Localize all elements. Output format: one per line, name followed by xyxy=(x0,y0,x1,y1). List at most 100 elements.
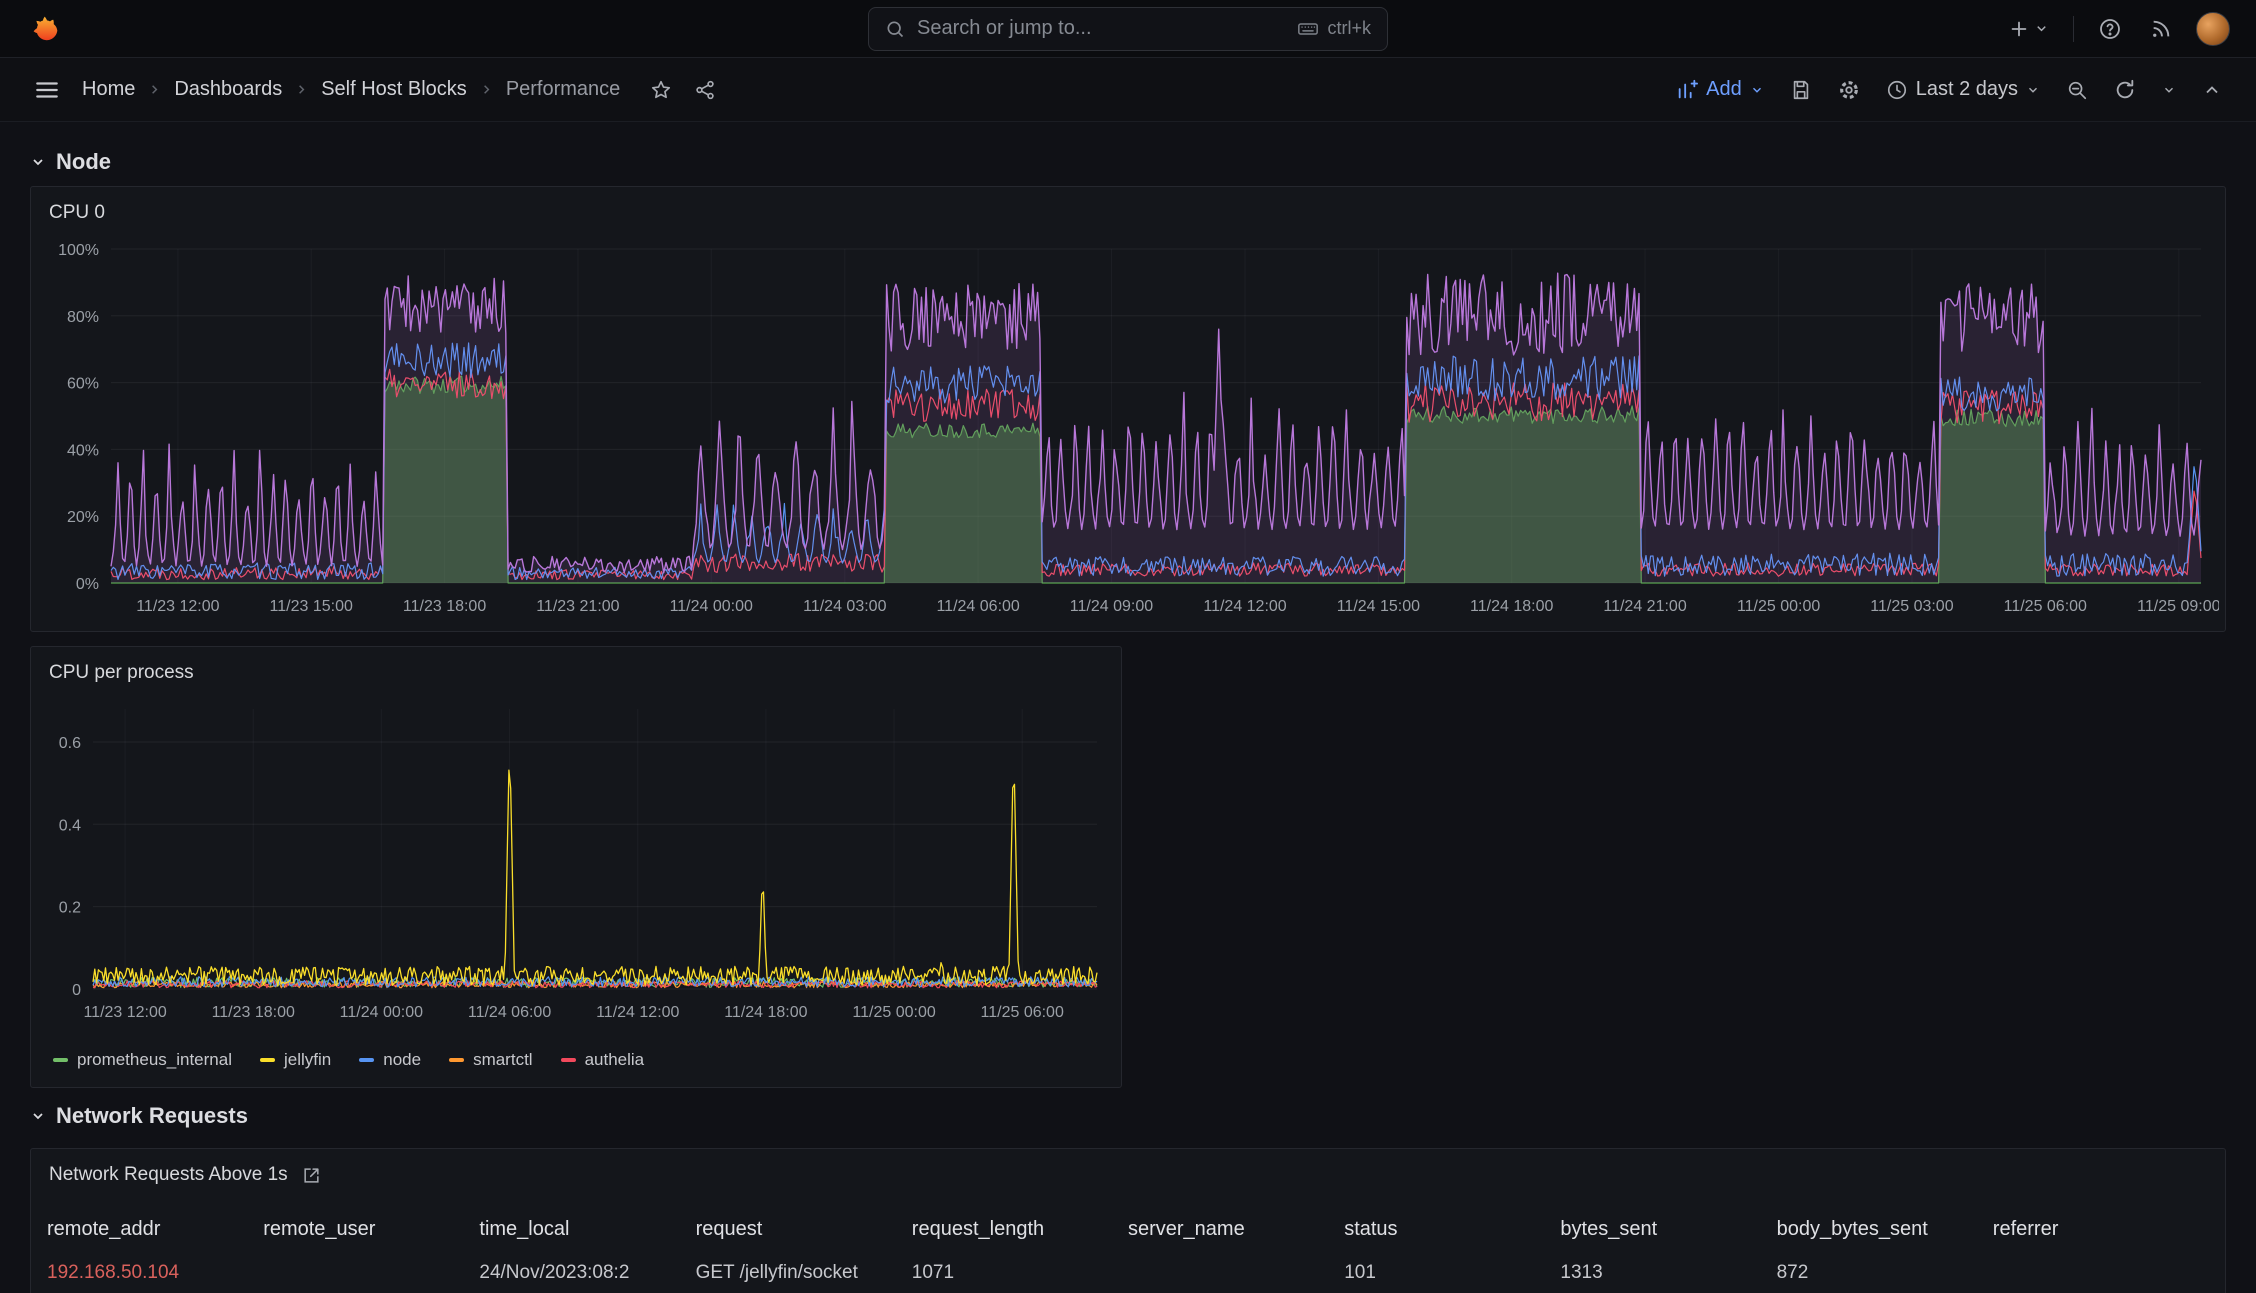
svg-text:100%: 100% xyxy=(58,242,99,259)
panel-cpu-per-process: CPU per process 11/23 12:00 11/23 18:00 11… xyxy=(30,646,1122,1088)
hamburger-icon xyxy=(36,81,58,98)
column-header[interactable]: server_name xyxy=(1128,1218,1344,1241)
refresh-icon xyxy=(2116,79,2134,98)
legend-label: smartctl xyxy=(473,1050,533,1069)
add-label: Add xyxy=(1706,78,1742,100)
mega-menu-button[interactable] xyxy=(26,69,68,111)
legend-item[interactable]: authelia xyxy=(560,1050,644,1070)
panel-cpu0-title[interactable]: CPU 0 xyxy=(49,202,105,224)
gear-icon xyxy=(1839,80,1858,99)
share-button[interactable] xyxy=(686,71,724,109)
svg-text:0.2: 0.2 xyxy=(59,900,81,917)
svg-text:11/24 15:00: 11/24 15:00 xyxy=(1337,598,1420,615)
legend-marker xyxy=(259,1058,275,1062)
cpu0-chart[interactable]: 11/23 12:00 11/23 15:00 11/23 18:00 11/23 2… xyxy=(37,235,2221,625)
cpu-per-process-chart[interactable]: 11/23 12:00 11/23 18:00 11/24 00:00 11/24 0… xyxy=(37,695,1115,1031)
column-header[interactable]: request_length xyxy=(912,1218,1128,1241)
row-node[interactable]: Node xyxy=(30,138,2226,186)
star-icon xyxy=(652,80,671,98)
toolbar-right: Add Last 2 days xyxy=(1668,70,2230,109)
row-network-requests[interactable]: Network Requests xyxy=(30,1092,2226,1140)
table-cell: 1071 xyxy=(911,1262,955,1283)
row-node-label: Node xyxy=(56,149,111,174)
svg-text:11/24 00:00: 11/24 00:00 xyxy=(670,598,753,615)
time-range-picker[interactable]: Last 2 days xyxy=(1878,70,2048,109)
column-header[interactable]: referrer xyxy=(1993,1218,2209,1241)
grafana-logo[interactable] xyxy=(26,10,64,48)
network-table-body: 192.168.50.104 24/Nov/2023:08:2 GET /jelly… xyxy=(31,1253,2225,1293)
table-cell: 192.168.50.104 xyxy=(47,1262,180,1283)
table-cell: 1313 xyxy=(1560,1262,1603,1283)
legend-item[interactable]: node xyxy=(359,1050,421,1070)
svg-text:11/25 09:00: 11/25 09:00 xyxy=(2137,598,2219,615)
svg-text:11/23 15:00: 11/23 15:00 xyxy=(270,598,353,615)
svg-text:40%: 40% xyxy=(67,442,99,459)
column-header[interactable]: body_bytes_sent xyxy=(1777,1218,1993,1241)
search-input[interactable] xyxy=(917,17,1286,40)
save-icon xyxy=(1793,80,1808,99)
shortcut-hint: ctrl+k xyxy=(1297,18,1371,40)
svg-text:11/24 18:00: 11/24 18:00 xyxy=(1470,598,1553,615)
time-range-label: Last 2 days xyxy=(1915,78,2018,100)
svg-text:11/25 06:00: 11/25 06:00 xyxy=(2004,598,2087,615)
help-button[interactable] xyxy=(2094,13,2126,45)
column-header[interactable]: remote_user xyxy=(263,1218,479,1241)
dashboard-content: Node CPU 0 11/23 12:00 11/23 15:00 11/23 1… xyxy=(0,122,2256,1293)
chevron-right-icon xyxy=(152,85,158,94)
new-button[interactable] xyxy=(2004,14,2053,44)
legend-label: node xyxy=(383,1050,422,1069)
svg-text:11/25 00:00: 11/25 00:00 xyxy=(852,1004,935,1021)
chevron-down-icon xyxy=(33,1113,43,1120)
news-rss-button[interactable] xyxy=(2146,14,2176,44)
svg-text:11/24 06:00: 11/24 06:00 xyxy=(468,1004,551,1021)
user-avatar[interactable] xyxy=(2196,11,2230,46)
column-header[interactable]: remote_addr xyxy=(47,1218,263,1241)
refresh-button[interactable] xyxy=(2106,71,2144,109)
breadcrumb-current: Performance xyxy=(505,78,621,100)
table-cell: 101 xyxy=(1344,1262,1376,1283)
breadcrumb-dashboards[interactable]: Dashboards xyxy=(174,78,282,101)
dashboard-settings-button[interactable] xyxy=(1830,71,1868,109)
favorite-button[interactable] xyxy=(642,71,680,109)
svg-text:11/24 03:00: 11/24 03:00 xyxy=(803,598,886,615)
svg-text:11/23 18:00: 11/23 18:00 xyxy=(403,598,486,615)
legend-label: prometheus_internal xyxy=(77,1050,232,1069)
table-row[interactable]: 192.168.50.104 24/Nov/2023:08:2 GET /jelly… xyxy=(31,1253,2225,1293)
svg-text:0: 0 xyxy=(72,982,81,999)
shortcut-label: ctrl+k xyxy=(1327,18,1371,38)
column-header[interactable]: bytes_sent xyxy=(1560,1218,1776,1241)
legend-item[interactable]: jellyfin xyxy=(259,1050,331,1070)
dashboard-toolbar: Home Dashboards Self Host Blocks Perform… xyxy=(0,58,2256,122)
divider xyxy=(2073,15,2074,42)
row-network-label: Network Requests xyxy=(56,1103,248,1128)
panel-cpu0-header: CPU 0 xyxy=(31,187,2225,239)
zoom-out-button[interactable] xyxy=(2058,71,2096,109)
legend-marker xyxy=(449,1058,465,1062)
collapse-toolbar-button[interactable] xyxy=(2194,72,2230,108)
chevron-down-icon xyxy=(2165,87,2173,93)
svg-text:80%: 80% xyxy=(67,309,99,326)
svg-text:20%: 20% xyxy=(67,509,99,526)
legend-item[interactable]: smartctl xyxy=(449,1050,533,1070)
legend-item[interactable]: prometheus_internal xyxy=(53,1050,232,1070)
breadcrumb-folder[interactable]: Self Host Blocks xyxy=(321,78,467,101)
panel-network-header: Network Requests Above 1s xyxy=(31,1149,2225,1201)
svg-text:11/24 12:00: 11/24 12:00 xyxy=(1203,598,1286,615)
save-dashboard-button[interactable] xyxy=(1782,71,1820,109)
column-header[interactable]: request xyxy=(696,1218,912,1241)
external-link-icon[interactable] xyxy=(302,1166,321,1185)
panel-cpu-process-title[interactable]: CPU per process xyxy=(49,662,194,684)
breadcrumb: Home Dashboards Self Host Blocks Perform… xyxy=(82,78,620,101)
column-header[interactable]: time_local xyxy=(479,1218,695,1241)
panel-network-title[interactable]: Network Requests Above 1s xyxy=(49,1164,288,1186)
refresh-interval-button[interactable] xyxy=(2154,75,2184,105)
add-panel-button[interactable]: Add xyxy=(1668,70,1772,109)
svg-text:11/24 21:00: 11/24 21:00 xyxy=(1603,598,1686,615)
table-cell: GET /jellyfin/socket xyxy=(695,1262,858,1283)
svg-text:11/25 06:00: 11/25 06:00 xyxy=(981,1004,1064,1021)
svg-text:11/24 18:00: 11/24 18:00 xyxy=(724,1004,807,1021)
breadcrumb-home[interactable]: Home xyxy=(82,78,135,101)
column-header[interactable]: status xyxy=(1344,1218,1560,1241)
chevron-down-icon xyxy=(1752,87,1761,93)
cpu-process-legend: prometheus_internal jellyfin node smartctl a… xyxy=(53,1045,1109,1075)
